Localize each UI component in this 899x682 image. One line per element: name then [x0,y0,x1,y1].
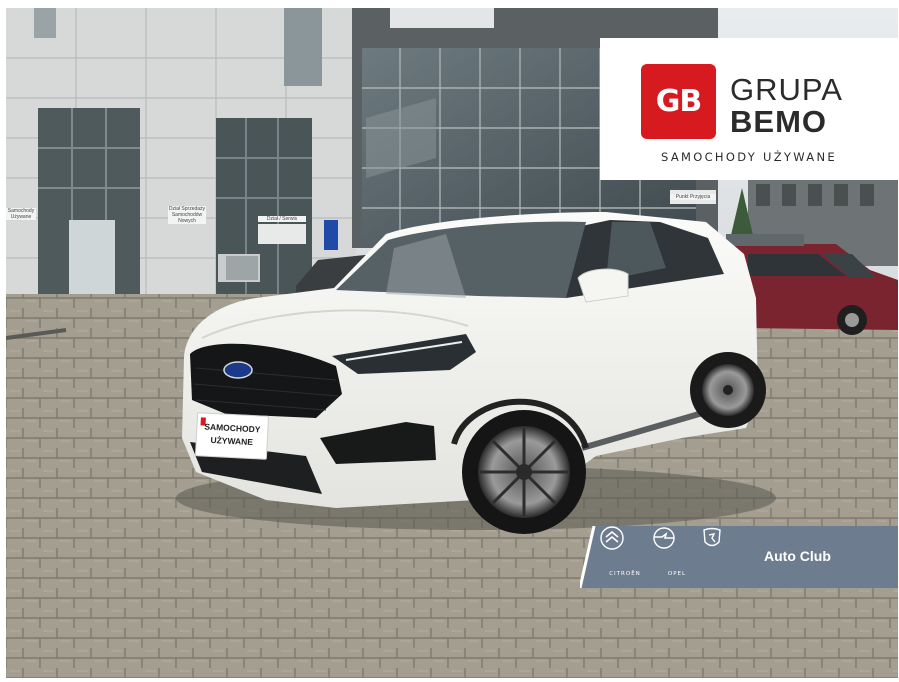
peugeot-icon [703,527,721,547]
auto-club-banner: CITROËN OPEL Auto Club [580,526,898,588]
grupa-bemo-logo: GB GRUPA BEMO SAMOCHODY UŻYWANE [600,38,898,180]
used-cars-sign: Samochody Używane [6,208,36,220]
showroom-building [6,8,356,300]
plate-line-1: SAMOCHODY [204,421,261,435]
brand-name-line-2: BEMO [730,104,827,139]
brand-citroen-name: CITROËN [609,571,641,577]
auto-club-label: Auto Club [764,548,831,564]
service-sign: Dział / Serwis [258,216,306,222]
gb-logo-text: GB [655,84,703,119]
photo-frame: Samochody Używane Dział Sprzedaży Samoch… [6,8,898,678]
brand-opel: OPEL [652,526,702,588]
gb-logo-mark: GB [641,64,716,139]
dealer-plate: SAMOCHODY UŻYWANE [194,412,270,460]
brand-opel-name: OPEL [667,571,687,577]
brand-tagline: SAMOCHODY UŻYWANE [661,150,837,164]
citroen-icon [600,526,624,550]
reception-sign: Punkt Przyjęcia [670,194,716,200]
plate-line-2: UŻYWANE [210,434,254,448]
brand-citroen: CITROËN [600,526,650,588]
brand-name-line-1: GRUPA [730,72,843,107]
sales-sign: Dział Sprzedaży Samochodów Nowych [168,206,206,224]
brand-peugeot [700,526,750,588]
opel-icon [653,527,675,549]
